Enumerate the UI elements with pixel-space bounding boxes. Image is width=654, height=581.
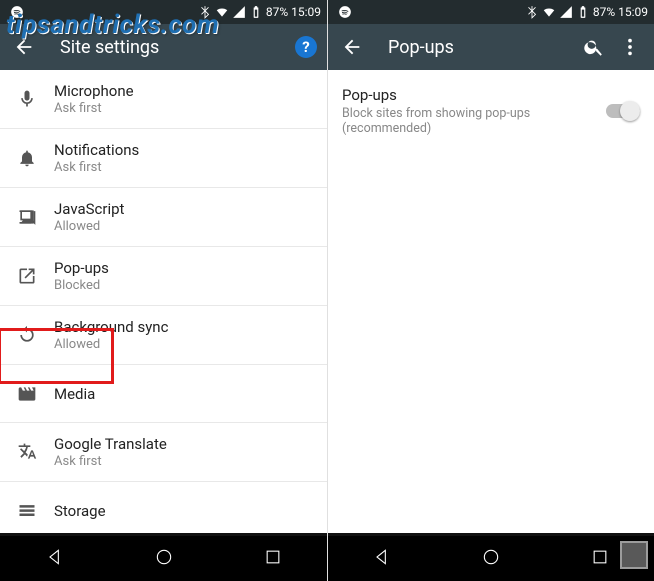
bell-icon [17, 148, 37, 168]
row-sub: Ask first [54, 160, 139, 175]
status-bar: 87% 15:09 [328, 0, 654, 24]
popup-icon [17, 266, 37, 286]
row-sub: Ask first [54, 101, 134, 116]
nav-home[interactable] [481, 547, 501, 571]
search-icon [583, 36, 605, 58]
row-title: Pop-ups [54, 259, 109, 277]
sync-icon [17, 325, 37, 345]
overflow-button[interactable] [612, 29, 648, 65]
media-icon [17, 384, 37, 404]
row-title: Storage [54, 502, 106, 520]
storage-icon [17, 501, 37, 521]
row-title: Media [54, 385, 95, 403]
row-title: Background sync [54, 318, 168, 336]
pane-popups: 87% 15:09 Pop-ups Pop-ups Block sites fr… [327, 0, 654, 581]
arrow-back-icon [341, 36, 363, 58]
back-button[interactable] [6, 29, 42, 65]
status-time: 15:09 [291, 5, 321, 19]
circle-home-icon [154, 547, 174, 567]
nav-back[interactable] [372, 547, 392, 571]
more-vert-icon [619, 36, 641, 58]
triangle-back-icon [45, 547, 65, 567]
row-title: JavaScript [54, 200, 124, 218]
square-recents-icon [590, 547, 610, 567]
nav-recents[interactable] [590, 547, 610, 571]
row-javascript[interactable]: JavaScriptAllowed [0, 188, 327, 247]
row-background-sync[interactable]: Background syncAllowed [0, 306, 327, 365]
battery-percent: 87% [593, 5, 615, 19]
circle-home-icon [481, 547, 501, 567]
settings-list: MicrophoneAsk first NotificationsAsk fir… [0, 70, 327, 533]
javascript-icon [17, 207, 37, 227]
wifi-icon [215, 5, 229, 19]
toggle-title: Pop-ups [342, 86, 606, 104]
row-google-translate[interactable]: Google TranslateAsk first [0, 423, 327, 482]
bluetooth-icon [525, 5, 539, 19]
toggle-switch[interactable] [606, 104, 640, 118]
row-storage[interactable]: Storage [0, 482, 327, 533]
row-sub: Ask first [54, 454, 167, 469]
row-sub: Blocked [54, 278, 109, 293]
nav-bar [0, 533, 327, 581]
pane-site-settings: 87% 15:09 Site settings ? MicrophoneAsk … [0, 0, 327, 581]
wifi-icon [542, 5, 556, 19]
status-time: 15:09 [618, 5, 648, 19]
square-recents-icon [263, 547, 283, 567]
row-notifications[interactable]: NotificationsAsk first [0, 129, 327, 188]
row-media[interactable]: Media [0, 365, 327, 423]
nav-home[interactable] [154, 547, 174, 571]
search-button[interactable] [576, 29, 612, 65]
battery-icon [576, 5, 590, 19]
bluetooth-icon [198, 5, 212, 19]
back-button[interactable] [334, 29, 370, 65]
status-bar: 87% 15:09 [0, 0, 327, 24]
help-button[interactable]: ? [295, 36, 317, 58]
corner-watermark [620, 541, 648, 569]
battery-icon [249, 5, 263, 19]
popups-toggle-row[interactable]: Pop-ups Block sites from showing pop-ups… [328, 70, 654, 152]
signal-icon [559, 5, 573, 19]
row-sub: Allowed [54, 219, 124, 234]
arrow-back-icon [13, 36, 35, 58]
app-bar-left: Site settings ? [0, 24, 327, 70]
nav-back[interactable] [45, 547, 65, 571]
page-title: Pop-ups [388, 37, 576, 58]
row-microphone[interactable]: MicrophoneAsk first [0, 70, 327, 129]
translate-icon [17, 442, 37, 462]
row-title: Notifications [54, 141, 139, 159]
row-title: Google Translate [54, 435, 167, 453]
spotify-icon [10, 5, 24, 19]
triangle-back-icon [372, 547, 392, 567]
toggle-sub: Block sites from showing pop-ups (recomm… [342, 106, 606, 136]
signal-icon [232, 5, 246, 19]
spotify-icon [338, 5, 352, 19]
microphone-icon [17, 89, 37, 109]
battery-percent: 87% [266, 5, 288, 19]
nav-bar [328, 533, 654, 581]
nav-recents[interactable] [263, 547, 283, 571]
page-title: Site settings [60, 37, 295, 58]
row-popups[interactable]: Pop-upsBlocked [0, 247, 327, 306]
app-bar-right: Pop-ups [328, 24, 654, 70]
row-sub: Allowed [54, 337, 168, 352]
row-title: Microphone [54, 82, 134, 100]
